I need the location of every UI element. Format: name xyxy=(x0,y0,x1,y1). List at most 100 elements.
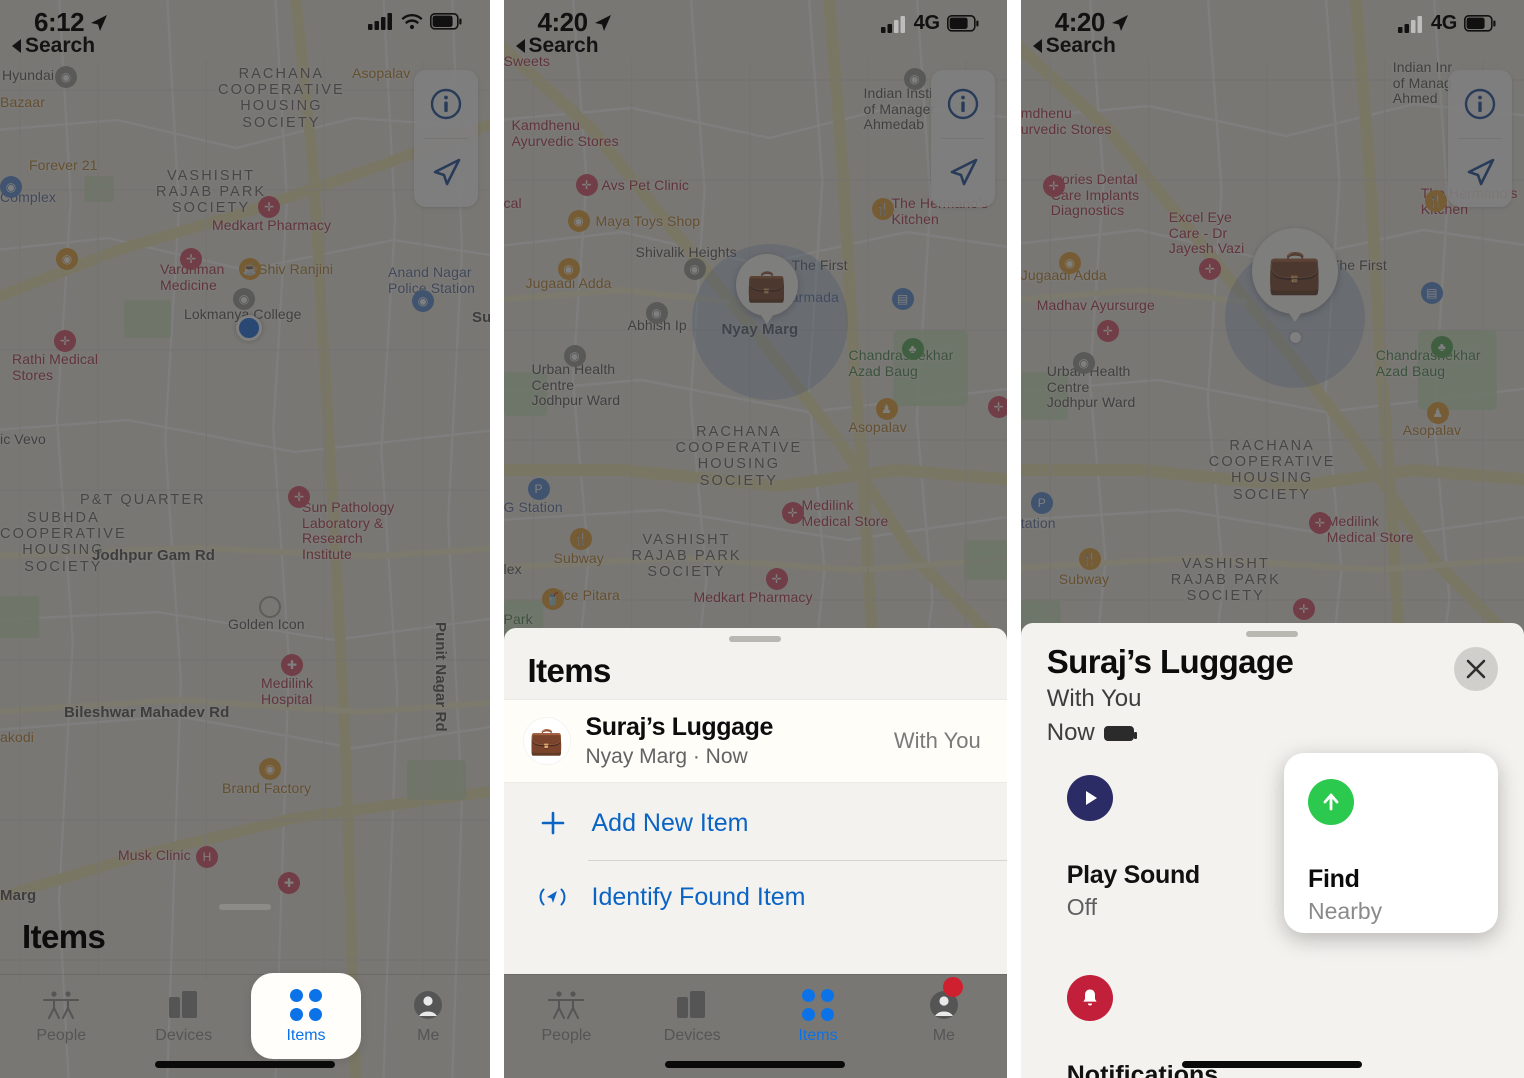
map-poi-pin[interactable]: ✛ xyxy=(1042,175,1065,197)
map-poi-pin[interactable]: 🍴 xyxy=(1424,190,1447,212)
map-poi-pin[interactable]: ◉ xyxy=(567,210,590,232)
map-info-button[interactable] xyxy=(414,70,478,138)
item-status: With You xyxy=(893,728,981,753)
identify-found-item-button[interactable]: Identify Found Item xyxy=(504,860,1007,934)
tab-devices[interactable]: Devices xyxy=(123,975,246,1057)
tab-devices[interactable]: Devices xyxy=(629,975,755,1057)
detail-status: With You xyxy=(1046,685,1142,712)
map-poi-pin[interactable]: ✛ xyxy=(1096,320,1119,342)
tab-people[interactable]: People xyxy=(0,975,123,1057)
map-poi-pin[interactable]: ✛ xyxy=(765,568,788,590)
map-poi-pin[interactable]: ◉ xyxy=(1058,252,1081,274)
add-new-item-button[interactable]: Add New Item xyxy=(504,786,1007,860)
map-poi-pin[interactable]: ◉ xyxy=(0,176,22,198)
tab-me[interactable]: Me xyxy=(367,975,490,1057)
map-poi-pin[interactable]: ♣ xyxy=(901,338,924,360)
location-services-icon xyxy=(1111,14,1128,31)
map-poi-pin[interactable] xyxy=(259,596,281,618)
tab-label: Devices xyxy=(663,1026,721,1044)
map-poi-pin[interactable]: ◉ xyxy=(563,345,586,367)
sheet-title: Items xyxy=(22,918,106,955)
items-sheet-1[interactable]: Items xyxy=(0,896,490,974)
home-indicator xyxy=(1182,1061,1363,1068)
status-indicators: 4G xyxy=(880,12,979,35)
map-poi-pin[interactable]: ✛ xyxy=(575,174,598,196)
map-poi-pin[interactable]: ▤ xyxy=(1420,282,1443,304)
map-poi-pin[interactable]: ◉ xyxy=(259,758,281,780)
tab-label: People xyxy=(541,1026,592,1044)
map-poi-pin[interactable]: ◉ xyxy=(56,248,78,270)
item-map-marker[interactable]: 💼 xyxy=(1251,228,1338,314)
triangle-left-icon xyxy=(12,39,21,53)
map-recenter-button[interactable] xyxy=(1448,139,1512,207)
items-bottom-sheet[interactable]: Items 💼 Suraj’s Luggage Nyay Marg · Now … xyxy=(503,628,1007,974)
map-poi-pin[interactable]: 🥤 xyxy=(541,588,564,610)
map-info-button[interactable] xyxy=(1448,70,1512,138)
back-to-search-button[interactable]: Search xyxy=(515,34,599,58)
map-poi-pin[interactable]: ◉ xyxy=(55,66,77,88)
row-text-group: Suraj’s Luggage Nyay Marg · Now xyxy=(586,713,894,769)
tab-label: Devices xyxy=(155,1026,213,1044)
play-sound-subtitle: Off xyxy=(1066,894,1098,920)
location-services-icon xyxy=(594,14,611,31)
tab-me[interactable]: Me xyxy=(881,975,1007,1057)
map-poi-pin[interactable]: ◉ xyxy=(903,68,926,90)
map-poi-pin[interactable]: 🍴 xyxy=(569,528,592,550)
map-recenter-button[interactable] xyxy=(931,139,995,207)
tab-people[interactable]: People xyxy=(504,975,630,1057)
navigation-arrow-icon xyxy=(1467,158,1495,186)
tab-items[interactable]: Items xyxy=(251,973,361,1059)
map-poi-pin[interactable]: ◉ xyxy=(557,258,580,280)
map-poi-pin[interactable]: ✛ xyxy=(1308,512,1331,534)
find-card[interactable]: Find Nearby xyxy=(1284,753,1498,933)
sheet-grabber[interactable] xyxy=(218,904,271,910)
map-poi-pin[interactable]: P xyxy=(527,478,550,500)
notifications-card[interactable]: Notifications xyxy=(1046,953,1487,1078)
map-poi-pin[interactable]: ✛ xyxy=(54,330,76,352)
sheet-grabber[interactable] xyxy=(1246,631,1299,637)
close-button[interactable] xyxy=(1454,647,1498,691)
item-map-marker[interactable]: 💼 xyxy=(735,254,798,316)
play-icon xyxy=(1066,775,1113,821)
detail-timestamp: Now xyxy=(1046,719,1095,746)
back-to-search-button[interactable]: Search xyxy=(1032,34,1116,58)
back-to-search-button[interactable]: Search xyxy=(12,34,95,58)
map-poi-pin[interactable]: ✛ xyxy=(1198,258,1221,280)
map-poi-pin[interactable]: ✛ xyxy=(1292,598,1315,620)
map-poi-pin[interactable]: ◉ xyxy=(233,288,255,310)
play-sound-card[interactable]: Play Sound Off xyxy=(1046,753,1259,929)
map-poi-pin[interactable]: 🍴 xyxy=(1078,548,1101,570)
tab-items[interactable]: Items xyxy=(755,975,881,1057)
map-poi-pin[interactable]: ✛ xyxy=(781,502,804,524)
tab-label: People xyxy=(36,1026,87,1044)
map-poi-pin[interactable]: ♟ xyxy=(875,398,898,420)
map-poi-pin[interactable]: ✚ xyxy=(278,872,300,894)
panel-gutter xyxy=(1006,0,1021,1078)
map-poi-pin[interactable]: 🍴 xyxy=(871,198,894,220)
item-detail-sheet[interactable]: Suraj’s Luggage With You Now Play Sound … xyxy=(1020,623,1524,1078)
map-poi-pin[interactable]: P xyxy=(1030,492,1053,514)
people-icon xyxy=(547,988,585,1022)
sheet-grabber[interactable] xyxy=(729,636,782,642)
play-sound-title: Play Sound xyxy=(1066,861,1200,889)
map-recenter-button[interactable] xyxy=(414,139,478,207)
map-poi-pin[interactable]: ◉ xyxy=(1072,352,1095,374)
map-poi-pin[interactable]: ✛ xyxy=(288,486,310,508)
phone-screen-items-list: Hyundai Bazaar RACHANA COOPERATIVE HOUSING… xyxy=(0,0,490,1078)
status-indicators xyxy=(367,12,462,30)
map-poi-pin[interactable]: ◉ xyxy=(683,258,706,280)
map-poi-pin[interactable]: ▤ xyxy=(891,288,914,310)
map-poi-pin[interactable]: ✛ xyxy=(987,396,1007,418)
map-poi-pin[interactable]: ♟ xyxy=(1426,402,1449,424)
map-poi-pin[interactable]: ✛ xyxy=(258,196,280,218)
map-poi-pin[interactable]: ☕ xyxy=(239,258,261,280)
map-poi-pin[interactable]: ◉ xyxy=(645,302,668,324)
map-poi-pin[interactable]: ♣ xyxy=(1430,336,1453,358)
map-poi-pin[interactable]: H xyxy=(196,846,218,868)
detail-title: Suraj’s Luggage xyxy=(1046,643,1294,680)
map-poi-pin[interactable]: ◉ xyxy=(412,290,434,312)
map-poi-pin[interactable]: ✛ xyxy=(180,248,202,270)
item-list-row-suraj-luggage[interactable]: 💼 Suraj’s Luggage Nyay Marg · Now With Y… xyxy=(503,700,1007,782)
map-poi-pin[interactable]: ✚ xyxy=(281,654,303,676)
map-info-button[interactable] xyxy=(931,70,995,138)
